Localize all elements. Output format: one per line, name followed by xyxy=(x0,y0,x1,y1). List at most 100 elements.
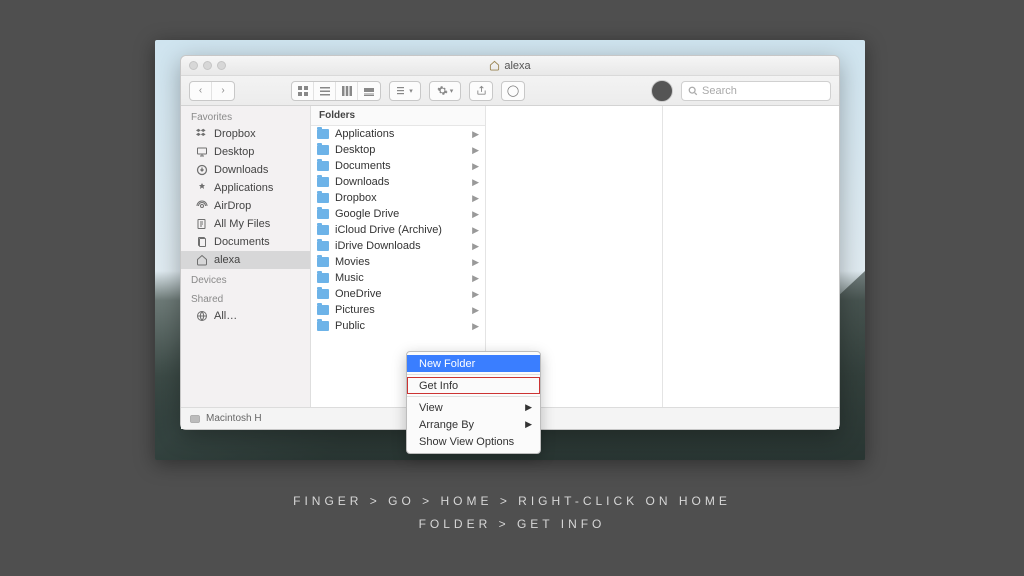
sidebar-item-label: Documents xyxy=(214,236,270,248)
list-view-button[interactable] xyxy=(314,82,336,100)
forward-button[interactable]: › xyxy=(212,82,234,100)
folder-icon xyxy=(317,129,329,139)
sidebar-item-label: Applications xyxy=(214,182,273,194)
user-avatar[interactable] xyxy=(651,80,673,102)
finder-window: alexa ‹ › xyxy=(180,55,840,430)
airdrop-icon xyxy=(195,200,208,213)
chevron-right-icon: ▶ xyxy=(472,177,479,188)
tags-button[interactable]: ◯ xyxy=(501,81,525,101)
sidebar-item-label: AirDrop xyxy=(214,200,251,212)
menu-item-label: New Folder xyxy=(419,358,475,370)
sidebar-item-label: Dropbox xyxy=(214,128,256,140)
folder-label: Pictures xyxy=(335,304,375,316)
chevron-right-icon: ▶ xyxy=(472,225,479,236)
sidebar-item-applications[interactable]: Applications xyxy=(181,179,310,197)
chevron-right-icon: ▶ xyxy=(472,129,479,140)
folder-icon xyxy=(317,161,329,171)
folder-label: Google Drive xyxy=(335,208,399,220)
folder-icon xyxy=(317,209,329,219)
folder-row[interactable]: Movies ▶ xyxy=(311,254,485,270)
folder-row[interactable]: Desktop▶ xyxy=(311,142,485,158)
home-icon xyxy=(489,60,500,71)
window-title-text: alexa xyxy=(504,60,530,72)
folder-row[interactable]: Downloads▶ xyxy=(311,174,485,190)
folder-label: OneDrive xyxy=(335,288,381,300)
column-header: Folders xyxy=(311,106,485,126)
folder-row[interactable]: iDrive Downloads▶ xyxy=(311,238,485,254)
sidebar-item-documents[interactable]: Documents xyxy=(181,233,310,251)
folder-label: Documents xyxy=(335,160,391,172)
chevron-right-icon: ▶ xyxy=(472,321,479,332)
sidebar-item-label: All My Files xyxy=(214,218,270,230)
folder-row[interactable]: Google Drive▶ xyxy=(311,206,485,222)
caption: FINGER > GO > HOME > RIGHT-CLICK ON HOME… xyxy=(0,490,1024,536)
folder-row[interactable]: Public ▶ xyxy=(311,318,485,334)
applications-icon xyxy=(195,182,208,195)
action-dropdown[interactable]: ▾ xyxy=(429,81,461,101)
all-files-icon xyxy=(195,218,208,231)
sidebar-item-all-my-files[interactable]: All My Files xyxy=(181,215,310,233)
folder-row[interactable]: Dropbox▶ xyxy=(311,190,485,206)
column-view-button[interactable] xyxy=(336,82,358,100)
sidebar-item-label: alexa xyxy=(214,254,240,266)
icon-view-button[interactable] xyxy=(292,82,314,100)
menu-item-label: View xyxy=(419,402,443,414)
desktop-wallpaper: alexa ‹ › xyxy=(155,40,865,460)
chevron-right-icon: ▶ xyxy=(472,257,479,268)
sidebar-item-dropbox[interactable]: Dropbox xyxy=(181,125,310,143)
folder-row[interactable]: Pictures▶ xyxy=(311,302,485,318)
folder-row[interactable]: Applications ▶ xyxy=(311,126,485,142)
downloads-icon xyxy=(195,164,208,177)
menu-item-label: Get Info xyxy=(419,380,458,392)
search-field[interactable]: Search xyxy=(681,81,831,101)
back-button[interactable]: ‹ xyxy=(190,82,212,100)
share-button[interactable] xyxy=(469,81,493,101)
menu-item-get-info[interactable]: Get Info xyxy=(407,377,540,394)
dropbox-icon xyxy=(195,128,208,141)
folder-row[interactable]: Documents ▶ xyxy=(311,158,485,174)
nav-buttons: ‹ › xyxy=(189,81,235,101)
folder-label: Public xyxy=(335,320,365,332)
sidebar: Favorites Dropbox Desktop Downloads Applicat… xyxy=(181,106,311,407)
folder-label: Applications xyxy=(335,128,394,140)
sidebar-section-header: Shared xyxy=(181,288,310,307)
desktop-icon xyxy=(195,146,208,159)
chevron-right-icon: ▶ xyxy=(472,161,479,172)
folder-icon xyxy=(317,289,329,299)
sidebar-item-label: Desktop xyxy=(214,146,254,158)
folder-icon xyxy=(317,177,329,187)
folder-icon xyxy=(317,145,329,155)
network-icon xyxy=(195,310,208,323)
path-label: Macintosh H xyxy=(206,413,262,424)
sidebar-item-desktop[interactable]: Desktop xyxy=(181,143,310,161)
empty-column-2[interactable] xyxy=(663,106,839,407)
sidebar-item-all-[interactable]: All… xyxy=(181,307,310,325)
folder-icon xyxy=(317,193,329,203)
documents-icon xyxy=(195,236,208,249)
folder-label: iCloud Drive (Archive) xyxy=(335,224,442,236)
gear-icon xyxy=(437,85,448,96)
folder-icon xyxy=(317,241,329,251)
menu-item-view[interactable]: View▶ xyxy=(407,399,540,416)
sidebar-item-downloads[interactable]: Downloads xyxy=(181,161,310,179)
folder-row[interactable]: iCloud Drive (Archive) ▶ xyxy=(311,222,485,238)
folder-icon xyxy=(317,257,329,267)
sidebar-item-airdrop[interactable]: AirDrop xyxy=(181,197,310,215)
menu-item-label: Show View Options xyxy=(419,436,514,448)
sidebar-item-alexa[interactable]: alexa xyxy=(181,251,310,269)
sidebar-item-label: Downloads xyxy=(214,164,268,176)
folder-row[interactable]: Music▶ xyxy=(311,270,485,286)
toolbar: ‹ › ▾ xyxy=(181,76,839,106)
folder-label: Movies xyxy=(335,256,370,268)
menu-item-show-view-options[interactable]: Show View Options xyxy=(407,433,540,450)
coverflow-view-button[interactable] xyxy=(358,82,380,100)
menu-item-arrange-by[interactable]: Arrange By▶ xyxy=(407,416,540,433)
arrange-dropdown[interactable]: ▾ xyxy=(389,81,421,101)
sidebar-section-header: Devices xyxy=(181,269,310,288)
menu-item-new-folder[interactable]: New Folder xyxy=(407,355,540,372)
context-menu: New Folder Get Info View▶Arrange By▶ Show V… xyxy=(406,351,541,454)
titlebar[interactable]: alexa xyxy=(181,56,839,76)
folder-row[interactable]: OneDrive▶ xyxy=(311,286,485,302)
folder-label: Dropbox xyxy=(335,192,377,204)
sidebar-section-header: Favorites xyxy=(181,106,310,125)
